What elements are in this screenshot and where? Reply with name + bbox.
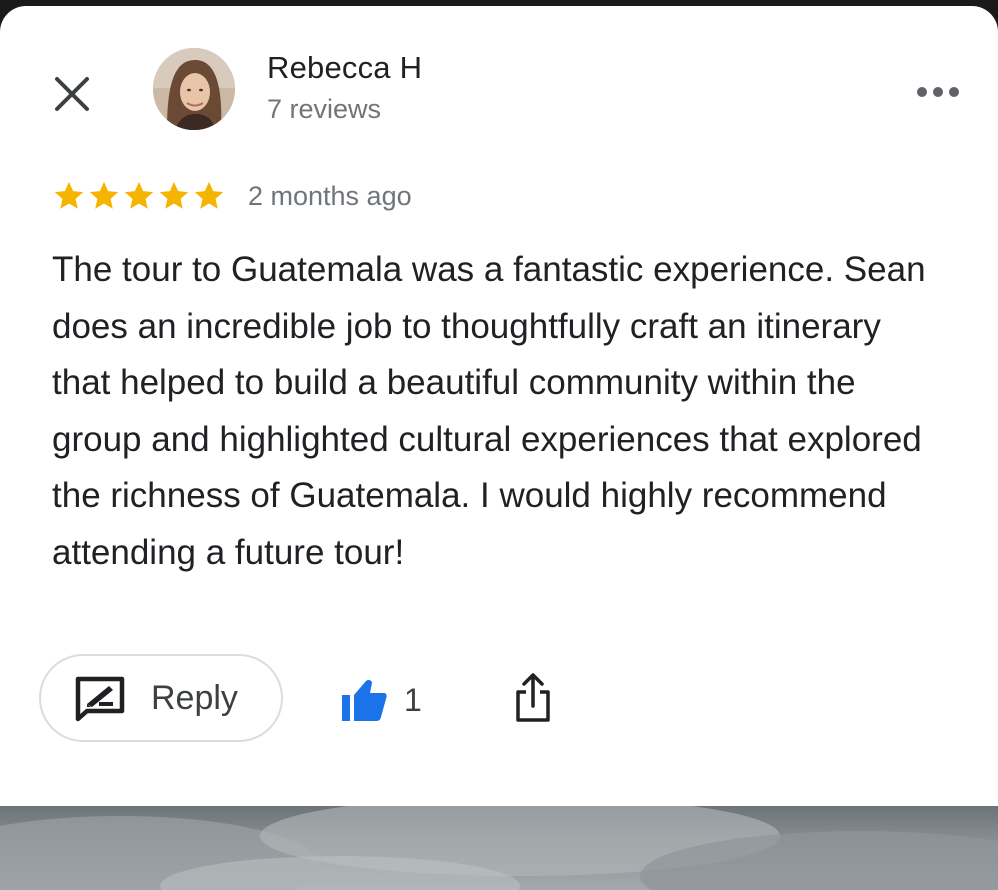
star-icon [124, 181, 154, 209]
star-icon [194, 181, 224, 209]
star-icon [54, 181, 84, 209]
star-icon [89, 181, 119, 209]
close-button[interactable] [50, 72, 94, 116]
review-time: 2 months ago [248, 180, 412, 211]
share-button[interactable] [510, 670, 556, 726]
review-text: The tour to Guatemala was a fantastic ex… [52, 250, 926, 572]
like-button[interactable]: 1 [340, 674, 422, 726]
avatar[interactable] [153, 48, 235, 130]
reply-button[interactable]: Reply [39, 654, 283, 742]
review-photo[interactable] [0, 806, 998, 890]
close-icon [55, 77, 89, 111]
star-icon [159, 181, 189, 209]
rating-row: 2 months ago [52, 176, 412, 216]
more-options-button[interactable] [910, 74, 966, 110]
like-count: 1 [404, 681, 422, 718]
reply-label: Reply [151, 678, 238, 717]
thumbs-up-icon [342, 679, 387, 721]
review-card: Rebecca H 7 reviews 2 months ago The tou… [0, 6, 998, 806]
more-horizontal-icon [917, 87, 959, 97]
reply-icon [73, 673, 127, 723]
avatar-photo [153, 48, 235, 130]
reviewer-review-count: 7 reviews [267, 94, 382, 124]
sky-photo [0, 806, 998, 890]
share-icon [516, 673, 550, 722]
star-rating [52, 179, 226, 213]
reviewer-name[interactable]: Rebecca H [267, 50, 422, 86]
